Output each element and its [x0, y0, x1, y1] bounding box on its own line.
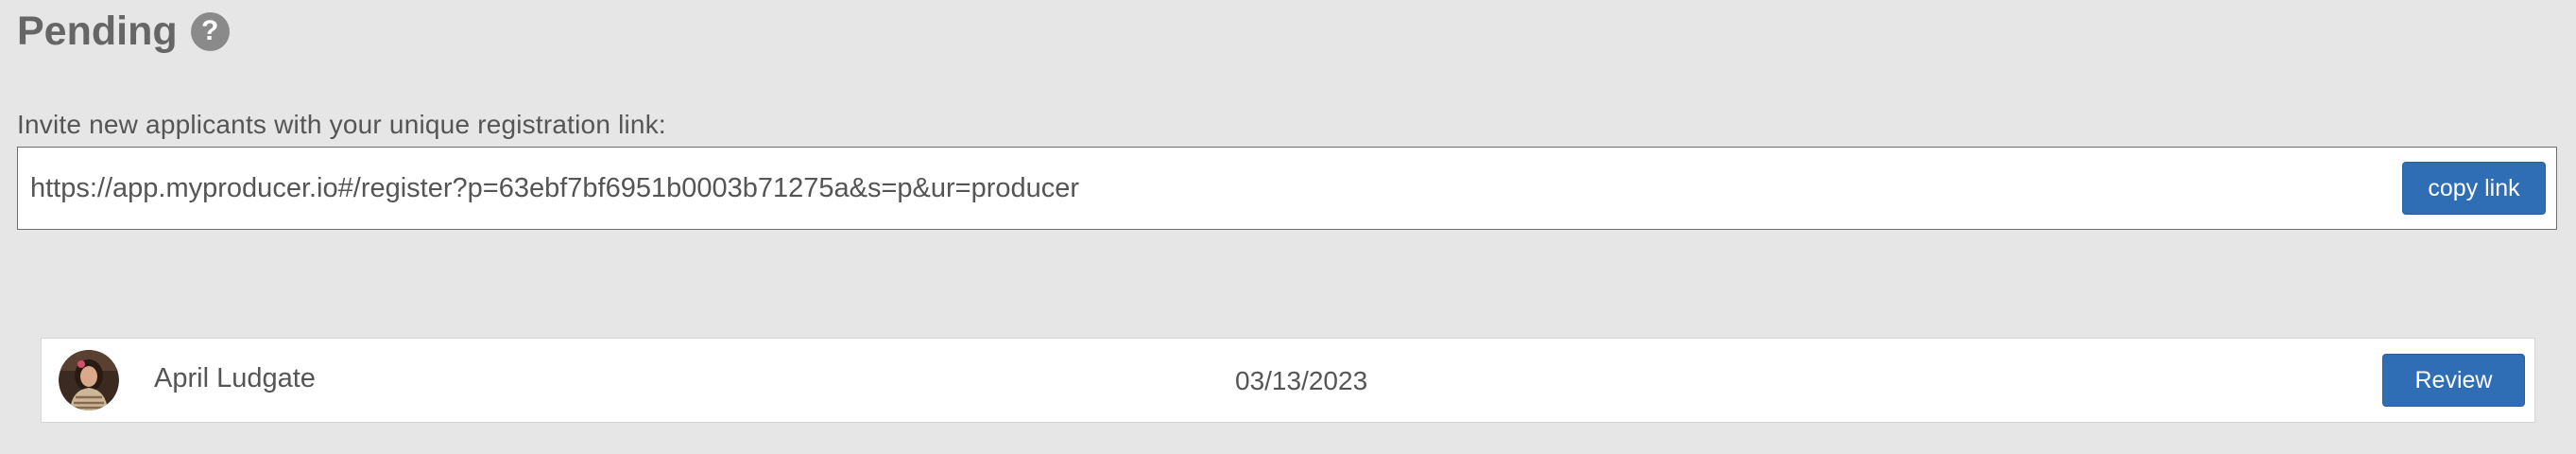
- page-header: Pending ?: [17, 8, 230, 55]
- applicant-name: April Ludgate: [154, 363, 316, 393]
- registration-link-text[interactable]: https://app.myproducer.io#/register?p=63…: [30, 173, 2402, 204]
- applicant-date: 03/13/2023: [1235, 366, 1368, 395]
- avatar-photo-icon: [59, 350, 119, 410]
- applicant-row: April Ludgate 03/13/2023 Review: [41, 338, 2535, 423]
- page-title: Pending: [17, 8, 178, 54]
- avatar: [59, 350, 119, 410]
- help-icon[interactable]: ?: [190, 11, 230, 51]
- registration-link-box: https://app.myproducer.io#/register?p=63…: [17, 147, 2557, 230]
- invite-instructions: Invite new applicants with your unique r…: [17, 110, 666, 139]
- review-button[interactable]: Review: [2382, 354, 2525, 407]
- copy-link-button[interactable]: copy link: [2402, 162, 2546, 215]
